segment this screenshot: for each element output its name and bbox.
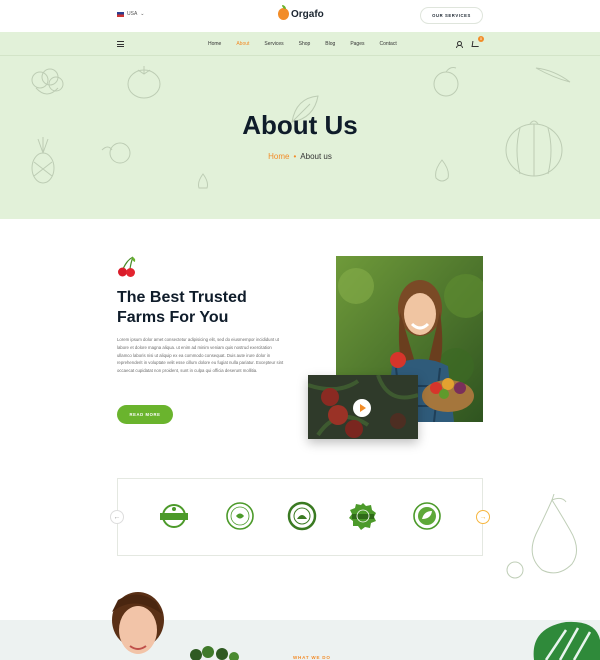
garlic-sketch-icon	[198, 173, 208, 189]
about-heading-line2: Farms For You	[117, 309, 229, 326]
page-title: About Us	[242, 110, 358, 140]
carousel-next-arrow[interactable]: →	[476, 510, 490, 524]
cherry-icon	[118, 256, 136, 277]
play-button[interactable]	[353, 399, 371, 417]
about-heading-line1: The Best Trusted	[117, 289, 247, 306]
woman-portrait-image	[112, 592, 164, 654]
about-paragraph: Lorem ipsum dolor amet consectetur adipi…	[117, 337, 284, 374]
video-thumbnail[interactable]	[308, 375, 418, 439]
breadcrumb-separator: •	[293, 152, 297, 161]
nav-item-contact[interactable]: Contact	[380, 41, 397, 47]
breadcrumb: Home • About us	[0, 152, 600, 161]
logo-text: Orgafo	[291, 8, 324, 20]
read-more-button[interactable]: READ MORE	[117, 405, 173, 424]
orange-logo-icon	[278, 5, 289, 20]
chevron-down-icon: ⌄	[140, 11, 145, 17]
breadcrumb-home-link[interactable]: Home	[268, 152, 289, 161]
monstera-leaf-image	[533, 621, 600, 660]
nav-item-blog[interactable]: Blog	[325, 41, 335, 47]
nav-item-services[interactable]: Services	[264, 41, 283, 47]
breadcrumb-current: About us	[300, 152, 332, 161]
nav-menu: Home About Services Shop Blog Pages Cont…	[208, 41, 412, 47]
cart-count-badge: 0	[478, 36, 484, 42]
nav-item-home[interactable]: Home	[208, 41, 221, 47]
top-bar: USA ⌄ Orgafo OUR SERVICES	[0, 0, 600, 32]
main-navigation: Home About Services Shop Blog Pages Cont…	[0, 32, 600, 56]
leaf-badge-icon	[413, 502, 441, 530]
organic-badge-icon	[160, 504, 188, 528]
cauliflower-sketch-icon	[31, 68, 64, 95]
eco-badge-icon	[287, 501, 317, 531]
herbs-image	[190, 646, 239, 660]
peach-sketch-icon	[433, 67, 459, 97]
about-heading: The Best Trusted Farms For You	[117, 288, 307, 328]
language-label: USA	[127, 11, 138, 17]
health-badge-icon	[226, 502, 254, 530]
user-icon[interactable]	[456, 41, 463, 48]
section-eyebrow: WHAT WE DO	[293, 655, 331, 660]
language-selector[interactable]: USA ⌄	[117, 11, 144, 17]
carousel-prev-arrow[interactable]: ←	[110, 510, 124, 524]
nav-item-pages[interactable]: Pages	[350, 41, 364, 47]
page-hero: Home About Services Shop Blog Pages Cont…	[0, 32, 600, 219]
our-services-button[interactable]: OUR SERVICES	[420, 7, 483, 24]
flag-icon	[117, 11, 124, 17]
menu-icon[interactable]	[117, 41, 124, 47]
tomato-sketch-icon	[127, 66, 161, 99]
berry-outline-icon	[506, 561, 524, 579]
natural-badge-icon	[349, 503, 376, 530]
nav-item-shop[interactable]: Shop	[299, 41, 311, 47]
nav-item-about[interactable]: About	[236, 41, 249, 47]
site-logo[interactable]: Orgafo	[278, 5, 324, 20]
cart-icon[interactable]	[471, 41, 480, 47]
chili-sketch-icon	[535, 67, 571, 83]
pear-outline-icon	[531, 494, 577, 574]
what-we-do-section	[0, 620, 600, 660]
